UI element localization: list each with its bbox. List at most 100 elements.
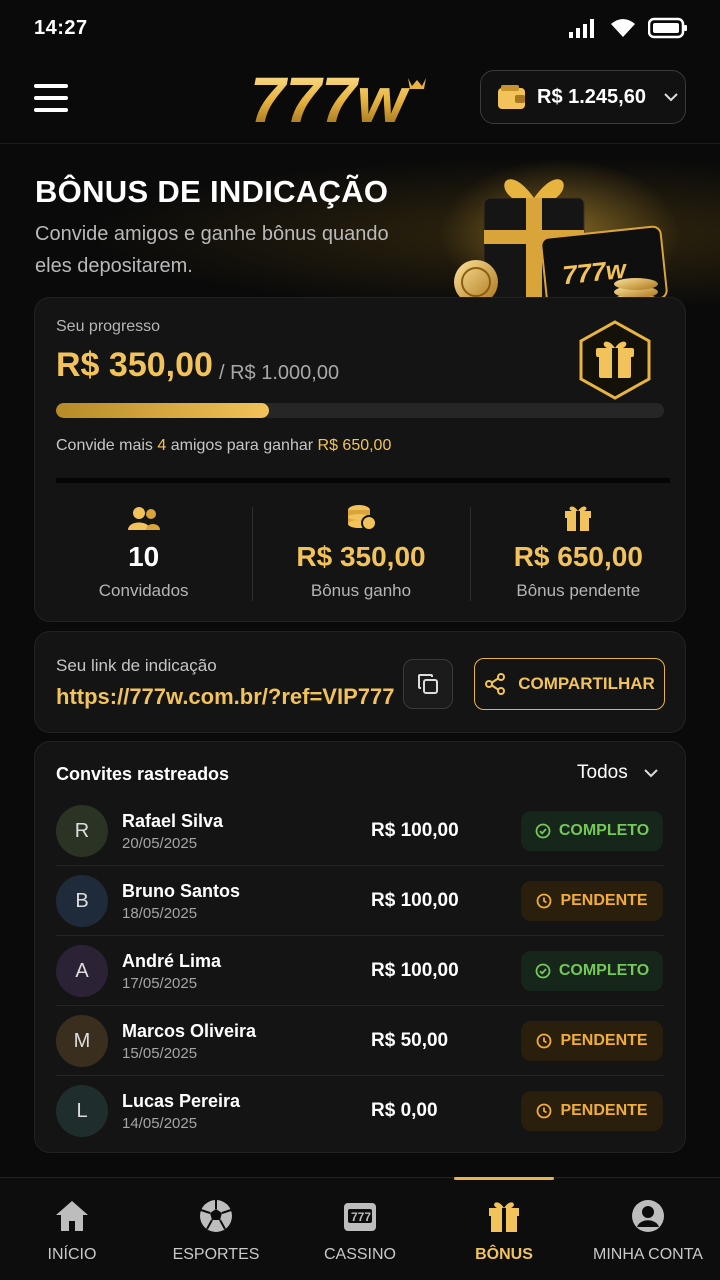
clock-icon [537,1033,552,1049]
avatar: L [56,1085,108,1137]
invitee-name: Marcos Oliveira [122,1021,257,1041]
copy-link-button[interactable] [403,659,453,709]
nav-item-minha-conta[interactable]: MINHA CONTA [576,1178,720,1280]
check-circle-icon [535,823,551,839]
nav-label: ESPORTES [172,1246,260,1263]
stat-value: R$ 350,00 [296,541,426,572]
share-button[interactable]: COMPARTILHAR [474,658,665,710]
chevron-down-icon [643,769,658,778]
page-subtitle: Convide amigos e ganhe bônus quando eles… [35,223,389,277]
invite-date: 17/05/2025 [122,975,198,992]
invite-date: 18/05/2025 [122,905,198,922]
invites-title: Convites rastreados [56,764,230,784]
status-badge: COMPLETO [521,951,663,991]
menu-icon [34,84,68,88]
invites-list: R Rafael Silva 20/05/2025 R$ 100,00 COMPLETO… [56,796,664,1146]
divider [56,478,670,483]
stats-row: 10 Convidados R$ 350,00 Bônus ganho R$ 6… [35,503,687,603]
invitee-name: Bruno Santos [122,881,241,901]
stat-label: Bônus pendente [516,581,641,600]
nav-label: INÍCIO [47,1246,97,1263]
slot-machine-icon: 777 [342,1198,378,1234]
invites-filter-dropdown[interactable]: Todos [577,762,658,784]
status-badge: COMPLETO [521,811,663,851]
invite-row[interactable]: L Lucas Pereira 14/05/2025 R$ 0,00 PENDENTE [56,1076,664,1146]
gift-icon [487,1198,521,1234]
battery-icon [648,17,687,39]
signal-icon [569,19,594,38]
invite-bonus-amount: R$ 100,00 [371,960,459,981]
stat-bonus-earned: R$ 350,00 Bônus ganho [252,503,469,603]
svg-text:777: 777 [351,1210,371,1224]
bottom-navigation: INÍCIO ESPORTES 777 CASSINO BÔNUS MINHA CONTA [0,1177,720,1280]
invite-bonus-amount: R$ 100,00 [371,820,459,841]
progress-label: Seu progresso [56,318,161,335]
check-circle-icon [535,963,551,979]
invite-row[interactable]: R Rafael Silva 20/05/2025 R$ 100,00 COMPLETO [56,796,664,866]
stat-invited: 10 Convidados [35,503,252,603]
tracked-invites-card: Convites rastreados Todos R Rafael Silva 2… [34,741,686,1153]
wallet-balance-button[interactable]: R$ 1.245,60 [480,70,686,124]
status-badge: PENDENTE [521,881,663,921]
status-badge: PENDENTE [521,1021,663,1061]
status-time: 14:27 [34,16,88,39]
svg-text:777w: 777w [250,64,411,136]
share-button-label: COMPARTILHAR [518,674,655,693]
invite-row[interactable]: A André Lima 17/05/2025 R$ 100,00 COMPLETO [56,936,664,1006]
chevron-down-icon [664,93,678,102]
stat-value: 10 [128,541,160,572]
user-icon [631,1198,665,1234]
stat-label: Convidados [98,581,189,600]
nav-item-bônus[interactable]: BÔNUS [432,1177,576,1280]
invitee-name: Rafael Silva [122,811,224,831]
nav-label: BÔNUS [475,1246,533,1263]
progress-target: / R$ 1.000,00 [219,362,340,384]
referral-link-url[interactable]: https://777w.com.br/?ref=VIP777 [56,684,394,710]
wallet-icon [498,85,525,109]
nav-item-cassino[interactable]: 777 CASSINO [288,1178,432,1280]
invitee-name: André Lima [122,951,222,971]
invite-row[interactable]: B Bruno Santos 18/05/2025 R$ 100,00 PENDENTE [56,866,664,936]
nav-label: CASSINO [323,1246,396,1263]
clock-icon [537,893,552,909]
page-title: BÔNUS DE INDICAÇÃO [35,174,389,209]
gift-hexagon-icon [579,320,651,400]
avatar: A [56,945,108,997]
copy-icon [418,674,438,694]
app-header: 777w R$ 1.245,60 [0,56,720,144]
coins-icon [346,503,376,533]
progress-hint: Convide mais 4 amigos para ganhar R$ 650… [56,437,392,454]
clock-icon [537,1103,552,1119]
status-bar: 14:27 [0,0,720,56]
avatar: R [56,805,108,857]
progress-current: R$ 350,00 [56,346,213,384]
invite-bonus-amount: R$ 50,00 [371,1030,449,1051]
invite-date: 20/05/2025 [122,835,198,852]
progress-bar-fill [56,403,269,418]
hero-banner: BÔNUS DE INDICAÇÃO Convide amigos e ganh… [0,144,720,304]
progress-bar [56,403,664,418]
invite-date: 14/05/2025 [122,1115,198,1132]
invite-row[interactable]: M Marcos Oliveira 15/05/2025 R$ 50,00 PENDEN… [56,1006,664,1076]
brand-logo: 777w [250,64,426,136]
invite-bonus-amount: R$ 0,00 [371,1100,438,1121]
invitee-name: Lucas Pereira [122,1091,241,1111]
invite-date: 15/05/2025 [122,1045,198,1062]
nav-label: MINHA CONTA [593,1246,703,1263]
soccer-ball-icon [199,1198,233,1234]
gift-icon [564,503,592,533]
gift-box-illustration: 777w [440,159,680,304]
stat-bonus-pending: R$ 650,00 Bônus pendente [469,503,687,603]
users-icon [127,503,160,533]
stat-value: R$ 650,00 [513,541,643,572]
home-icon [54,1198,90,1234]
nav-item-início[interactable]: INÍCIO [0,1178,144,1280]
nav-item-esportes[interactable]: ESPORTES [144,1178,288,1280]
referral-link-label: Seu link de indicação [56,656,217,675]
status-icons [568,17,688,39]
avatar: M [56,1015,108,1067]
menu-button[interactable] [34,84,68,112]
avatar: B [56,875,108,927]
wallet-amount: R$ 1.245,60 [537,85,646,108]
wifi-icon [611,19,635,37]
